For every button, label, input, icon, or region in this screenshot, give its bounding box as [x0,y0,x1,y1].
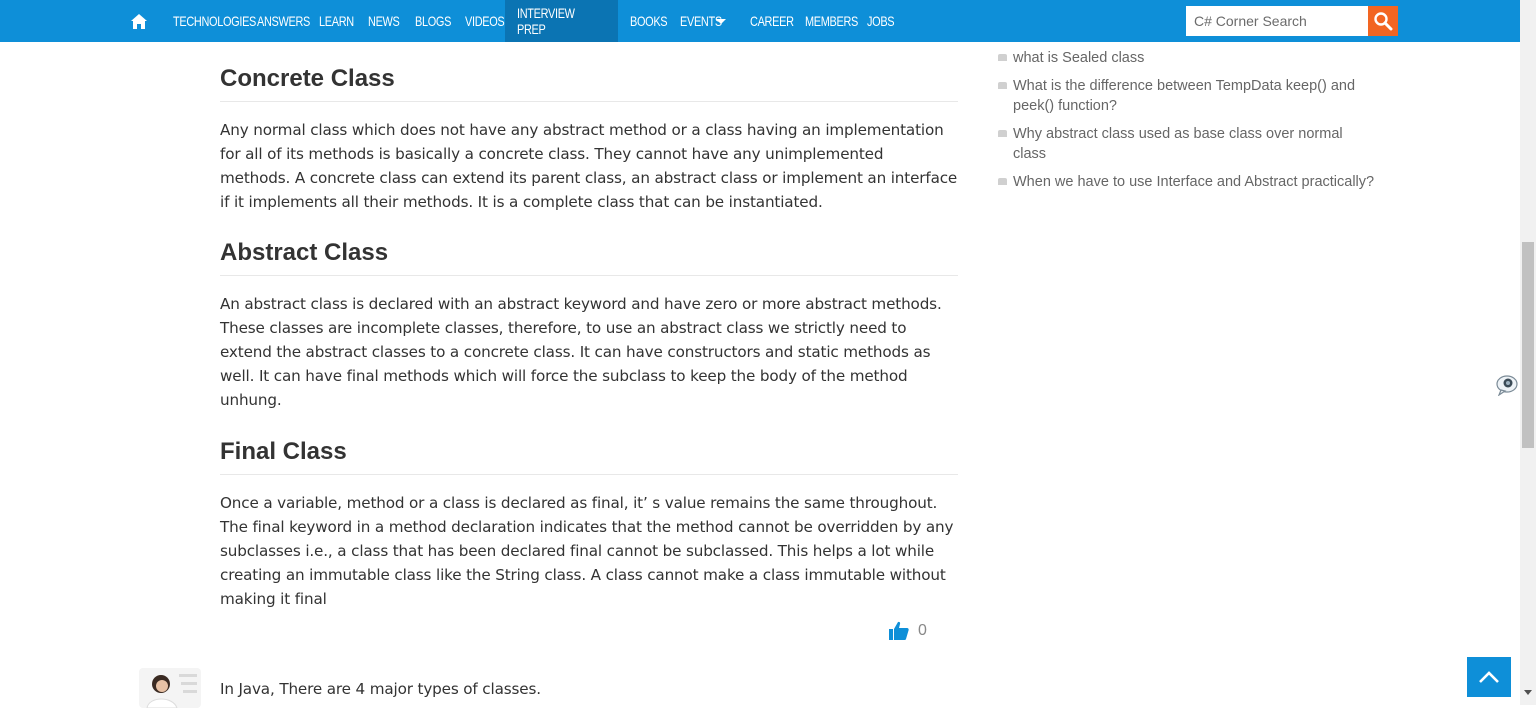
like-count: 0 [918,622,927,639]
related-question-text: What is the difference between TempData … [1013,78,1356,114]
answer-text: In Java, There are 4 major types of clas… [220,680,541,698]
nav-item-label: TECHNOLOGIES [173,13,257,29]
nav-item-label: INTERVIEW PREP [516,5,575,37]
nav-item-label: BOOKS [629,13,668,29]
bullet-icon [998,82,1007,89]
nav-item-label: LEARN [319,13,355,29]
section-paragraph: Once a variable, method or a class is de… [220,494,954,608]
nav-item-events[interactable]: EVENTS [668,0,738,42]
related-question-link[interactable]: What is the difference between TempData … [998,76,1378,116]
nav-item-label: MEMBERS [805,13,859,29]
section-abstract-class: Abstract Class An abstract class is decl… [220,239,958,412]
scroll-down-arrow[interactable] [1524,690,1532,695]
nav-item-label: CAREER [749,13,794,29]
nav-item-career[interactable]: CAREER [738,0,794,42]
nav-item-label: NEWS [367,13,400,29]
nav-item-learn[interactable]: LEARN [307,0,356,42]
nav-item-interview-prep[interactable]: INTERVIEW PREP [504,0,618,42]
home-icon[interactable] [128,11,150,31]
avatar[interactable] [139,668,201,708]
bullet-icon [998,54,1007,61]
bullet-icon [998,130,1007,137]
nav-item-books[interactable]: BOOKS [618,0,669,42]
section-final-class: Final Class Once a variable, method or a… [220,438,958,611]
related-question-text: what is Sealed class [1013,50,1145,66]
section-heading: Abstract Class [220,239,958,276]
section-concrete-class: Concrete Class Any normal class which do… [220,65,958,214]
nav-item-label: BLOGS [414,13,451,29]
section-paragraph: Any normal class which does not have any… [220,121,958,211]
section-paragraph: An abstract class is declared with an ab… [220,295,942,409]
nav-item-technologies[interactable]: TECHNOLOGIES [161,0,257,42]
chat-bubble-icon[interactable] [1495,374,1519,397]
related-question-link[interactable]: When we have to use Interface and Abstra… [998,172,1378,192]
nav-links: TECHNOLOGIES ANSWERS LEARN NEWS BLOGS VIDEOS I… [161,0,899,42]
search-icon [1374,12,1393,31]
like-button[interactable]: 0 [888,620,927,642]
nav-item-news[interactable]: NEWS [356,0,403,42]
scrollbar-thumb[interactable] [1522,242,1534,448]
nav-item-blogs[interactable]: BLOGS [403,0,453,42]
nav-item-label: JOBS [867,13,895,29]
chevron-up-icon [1479,671,1499,683]
related-question-text: When we have to use Interface and Abstra… [1013,174,1375,190]
nav-item-jobs[interactable]: JOBS [855,0,899,42]
bullet-icon [998,178,1007,185]
nav-item-label: VIDEOS [465,13,505,29]
related-question-link[interactable]: Why abstract class used as base class ov… [998,124,1378,164]
section-heading: Final Class [220,438,958,475]
section-heading: Concrete Class [220,65,958,102]
search-input[interactable] [1186,6,1368,36]
thumbs-up-icon [889,621,909,640]
search-button[interactable] [1368,6,1398,36]
nav-item-members[interactable]: MEMBERS [793,0,859,42]
back-to-top-button[interactable] [1467,657,1511,697]
related-question-link[interactable]: what is Sealed class [998,48,1378,68]
top-navbar: TECHNOLOGIES ANSWERS LEARN NEWS BLOGS VIDEOS I… [0,0,1520,42]
nav-item-label: ANSWERS [257,13,311,29]
related-questions: what is Sealed class What is the differen… [998,48,1378,200]
nav-item-label: EVENTS [680,13,723,29]
related-question-text: Why abstract class used as base class ov… [1013,126,1343,162]
nav-item-videos[interactable]: VIDEOS [453,0,505,42]
